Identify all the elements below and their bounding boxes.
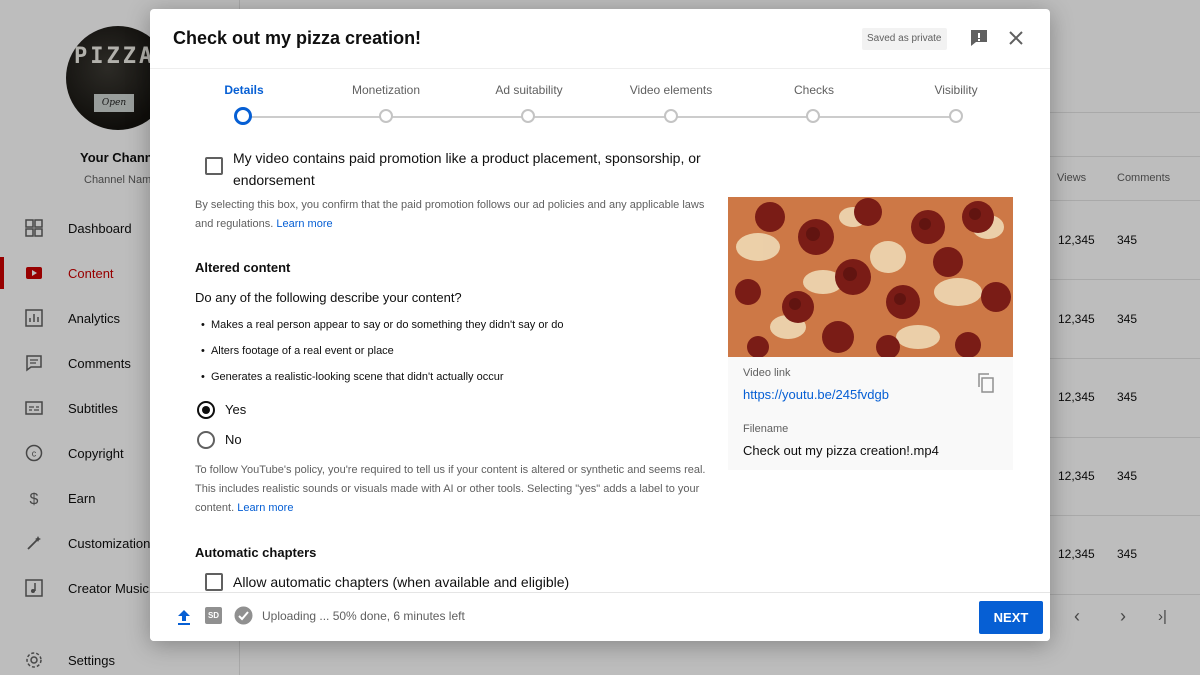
step-dot-video-elements[interactable] bbox=[664, 109, 678, 123]
video-link[interactable]: https://youtu.be/245fvdgb bbox=[743, 387, 889, 402]
filename-label: Filename bbox=[743, 423, 789, 435]
step-label: Visibility bbox=[934, 83, 978, 97]
video-link-label: Video link bbox=[743, 367, 791, 379]
step-dot-details[interactable] bbox=[234, 107, 252, 125]
paid-promotion-learn-more-link[interactable]: Learn more bbox=[276, 218, 332, 230]
altered-content-bullet: • Generates a realistic-looking scene th… bbox=[201, 371, 504, 383]
paid-promotion-checkbox[interactable] bbox=[205, 157, 223, 175]
upload-icon bbox=[176, 608, 192, 631]
altered-yes-radio[interactable] bbox=[197, 401, 215, 419]
step-dot-ad-suitability[interactable] bbox=[521, 109, 535, 123]
altered-content-bullet: • Makes a real person appear to say or d… bbox=[201, 319, 564, 331]
altered-yes-label[interactable]: Yes bbox=[225, 402, 246, 417]
feedback-icon[interactable] bbox=[968, 27, 990, 49]
step-dot-checks[interactable] bbox=[806, 109, 820, 123]
auto-chapters-label[interactable]: Allow automatic chapters (when available… bbox=[233, 574, 569, 590]
policy-learn-more-link[interactable]: Learn more bbox=[237, 502, 293, 514]
paid-promotion-note-text: By selecting this box, you confirm that … bbox=[195, 199, 705, 230]
step-video-elements[interactable]: Video elements bbox=[601, 83, 741, 97]
altered-content-policy-note: To follow YouTube's policy, you're requi… bbox=[195, 461, 710, 518]
dialog-header: Check out my pizza creation! Saved as pr… bbox=[150, 9, 1050, 69]
video-preview-card: Video link https://youtu.be/245fvdgb Fil… bbox=[728, 197, 1013, 470]
upload-status-text: Uploading ... 50% done, 6 minutes left bbox=[262, 609, 465, 623]
bullet-text: Generates a realistic-looking scene that… bbox=[210, 371, 504, 383]
auto-chapters-checkbox[interactable] bbox=[205, 573, 223, 591]
step-label: Video elements bbox=[629, 83, 713, 97]
paid-promotion-note: By selecting this box, you confirm that … bbox=[195, 196, 705, 234]
step-ad-suitability[interactable]: Ad suitability bbox=[459, 83, 599, 97]
copy-link-icon[interactable] bbox=[976, 372, 996, 399]
step-details[interactable]: Details bbox=[174, 83, 314, 97]
step-visibility[interactable]: Visibility bbox=[886, 83, 1026, 97]
altered-no-label[interactable]: No bbox=[225, 432, 242, 447]
altered-content-title: Altered content bbox=[195, 260, 291, 275]
sd-badge-icon: SD bbox=[205, 607, 222, 624]
stepper-track bbox=[243, 116, 956, 118]
bullet-text: Makes a real person appear to say or do … bbox=[210, 319, 564, 331]
filename-value: Check out my pizza creation!.mp4 bbox=[743, 443, 939, 458]
dialog-title: Check out my pizza creation! bbox=[173, 28, 422, 48]
chapters-title: Automatic chapters bbox=[195, 545, 317, 560]
saved-status-badge: Saved as private bbox=[862, 28, 947, 50]
next-button[interactable]: NEXT bbox=[979, 601, 1043, 634]
dialog-footer: SD Uploading ... 50% done, 6 minutes lef… bbox=[150, 592, 1050, 641]
video-thumbnail[interactable] bbox=[728, 197, 1013, 357]
bullet-text: Alters footage of a real event or place bbox=[210, 345, 394, 357]
close-icon[interactable] bbox=[1005, 27, 1027, 49]
step-checks[interactable]: Checks bbox=[744, 83, 884, 97]
step-label: Ad suitability bbox=[495, 83, 563, 97]
step-label: Monetization bbox=[351, 83, 421, 97]
step-label: Checks bbox=[793, 83, 834, 97]
step-label: Details bbox=[224, 83, 264, 97]
upload-details-dialog: Check out my pizza creation! Saved as pr… bbox=[150, 9, 1050, 641]
altered-content-question: Do any of the following describe your co… bbox=[195, 290, 462, 305]
altered-content-bullet: • Alters footage of a real event or plac… bbox=[201, 345, 394, 357]
checks-icon bbox=[234, 606, 253, 630]
step-monetization[interactable]: Monetization bbox=[316, 83, 456, 97]
altered-no-radio[interactable] bbox=[197, 431, 215, 449]
step-dot-visibility[interactable] bbox=[949, 109, 963, 123]
paid-promotion-label[interactable]: My video contains paid promotion like a … bbox=[233, 147, 703, 191]
step-dot-monetization[interactable] bbox=[379, 109, 393, 123]
